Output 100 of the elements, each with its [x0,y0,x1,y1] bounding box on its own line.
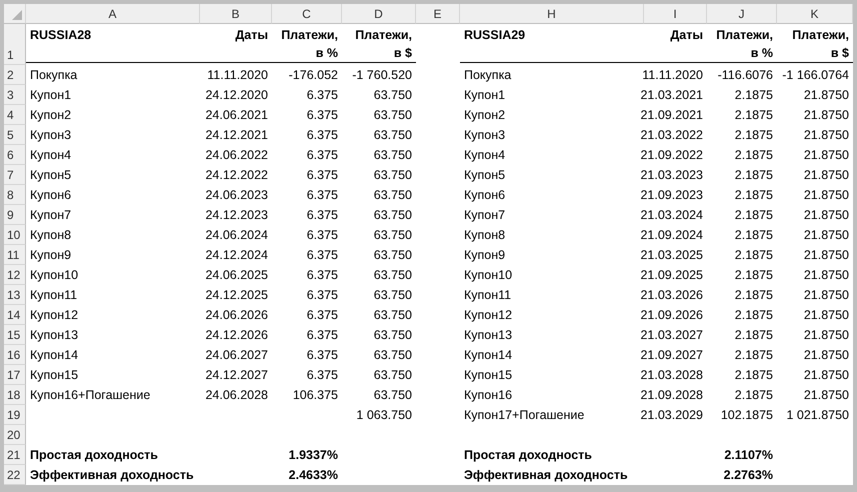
cell-text: Купон6 [464,188,506,202]
cell-text: 63.750 [374,348,412,362]
cell-text: 6.375 [306,88,338,102]
cell-text: 6.375 [306,108,338,122]
cell-text: 21.8750 [804,188,849,202]
cell-text: Купон11 [464,288,512,302]
cell-text: 21.8750 [804,248,849,262]
cell-text: 24.06.2024 [205,228,268,242]
row-header[interactable]: 4 [4,105,26,125]
row-header[interactable]: 16 [4,345,26,365]
cell-text: 1 021.8750 [786,408,849,422]
cell-text: 24.06.2026 [205,308,268,322]
column-header[interactable]: D [342,4,416,24]
column-title: Платежи, в $ [791,27,849,62]
cell-text: 6.375 [306,368,338,382]
cell-text: 21.8750 [804,128,849,142]
column-header[interactable]: C [272,4,342,24]
row-header[interactable]: 21 [4,445,26,465]
cell-text: 63.750 [374,308,412,322]
cell-text: 21.03.2026 [640,288,703,302]
row-header[interactable]: 20 [4,425,26,445]
column-header[interactable]: B [200,4,272,24]
column-header[interactable]: A [26,4,200,24]
select-all-icon[interactable] [12,10,22,20]
cell-text: Купон6 [30,188,72,202]
cell-text: 24.06.2022 [205,148,268,162]
cell-text: 21.09.2023 [640,188,703,202]
cell-text: 21.09.2027 [640,348,703,362]
cell-text: 21.09.2022 [640,148,703,162]
cell-text: 2.1875 [734,188,773,202]
column-title: Даты [235,27,268,44]
cell-text: 21.09.2025 [640,268,703,282]
cell-text: 63.750 [374,208,412,222]
cell-text: Купон16+Погашение [30,388,150,402]
cell-text: 2.1875 [734,288,773,302]
cell-text: 1 063.750 [356,408,412,422]
cell-text: 63.750 [374,328,412,342]
summary-label: Простая доходность [464,448,592,462]
cell-text: 106.375 [292,388,338,402]
column-header[interactable]: E [416,4,460,24]
row-header[interactable]: 19 [4,405,26,425]
row-header[interactable]: 18 [4,385,26,405]
cell-text: 24.06.2025 [205,268,268,282]
cell-text: Купон8 [464,228,506,242]
cell-text: 6.375 [306,308,338,322]
column-header[interactable]: H [460,4,644,24]
row-header[interactable]: 3 [4,85,26,105]
column-header[interactable]: I [644,4,707,24]
cell-text: Купон5 [30,168,72,182]
row-header[interactable]: 14 [4,305,26,325]
cell-text: 21.03.2025 [640,248,703,262]
cell-text: 2.1875 [734,368,773,382]
cell-text: 63.750 [374,288,412,302]
cell-text: Купон15 [464,368,512,382]
cell-text: Купон4 [30,148,72,162]
row-header[interactable]: 5 [4,125,26,145]
summary-value: 2.1107% [724,448,773,462]
row-header[interactable]: 8 [4,185,26,205]
cell-text: 21.09.2026 [640,308,703,322]
row-header[interactable]: 9 [4,205,26,225]
cell-text: 21.03.2022 [640,128,703,142]
row-header[interactable]: 17 [4,365,26,385]
column-header[interactable]: K [777,4,853,24]
cell-text: Купон2 [464,108,506,122]
column-header[interactable]: J [707,4,777,24]
cell-text: 21.03.2024 [640,208,703,222]
cell-text: 24.12.2023 [205,208,268,222]
row-header[interactable]: 13 [4,285,26,305]
cell-text: 2.1875 [734,128,773,142]
row-header[interactable]: 15 [4,325,26,345]
row-header[interactable]: 2 [4,65,26,85]
cell-text: Купон1 [30,88,72,102]
cell-text: Купон14 [464,348,512,362]
cell-text: 21.8750 [804,268,849,282]
summary-label: Эффективная доходность [464,468,628,482]
cell-text: 63.750 [374,248,412,262]
cell-text: 2.1875 [734,148,773,162]
row-header[interactable]: 10 [4,225,26,245]
row-header[interactable]: 11 [4,245,26,265]
row-header[interactable]: 22 [4,465,26,485]
row-header[interactable]: 12 [4,265,26,285]
cell-text: 21.03.2029 [640,408,703,422]
cell-text: -116.6076 [718,68,773,82]
cell-text: Купон7 [30,208,72,222]
cell-text: 63.750 [374,108,412,122]
cell-text: 6.375 [306,288,338,302]
cell-text: 2.1875 [734,208,773,222]
row-header[interactable]: 7 [4,165,26,185]
cell-text: Покупка [464,68,512,82]
cell-text: 2.1875 [734,108,773,122]
column-title: Даты [670,27,703,44]
cell-text: Купон15 [30,368,78,382]
cell-text: 21.09.2028 [640,388,703,402]
cell-text: 21.8750 [804,308,849,322]
cell-text: 21.09.2021 [640,108,703,122]
column-title: RUSSIA29 [464,27,526,44]
cell-text: 24.12.2026 [205,328,268,342]
row-header[interactable]: 1 [4,24,26,65]
cell-text: Купон5 [464,168,506,182]
row-header[interactable]: 6 [4,145,26,165]
